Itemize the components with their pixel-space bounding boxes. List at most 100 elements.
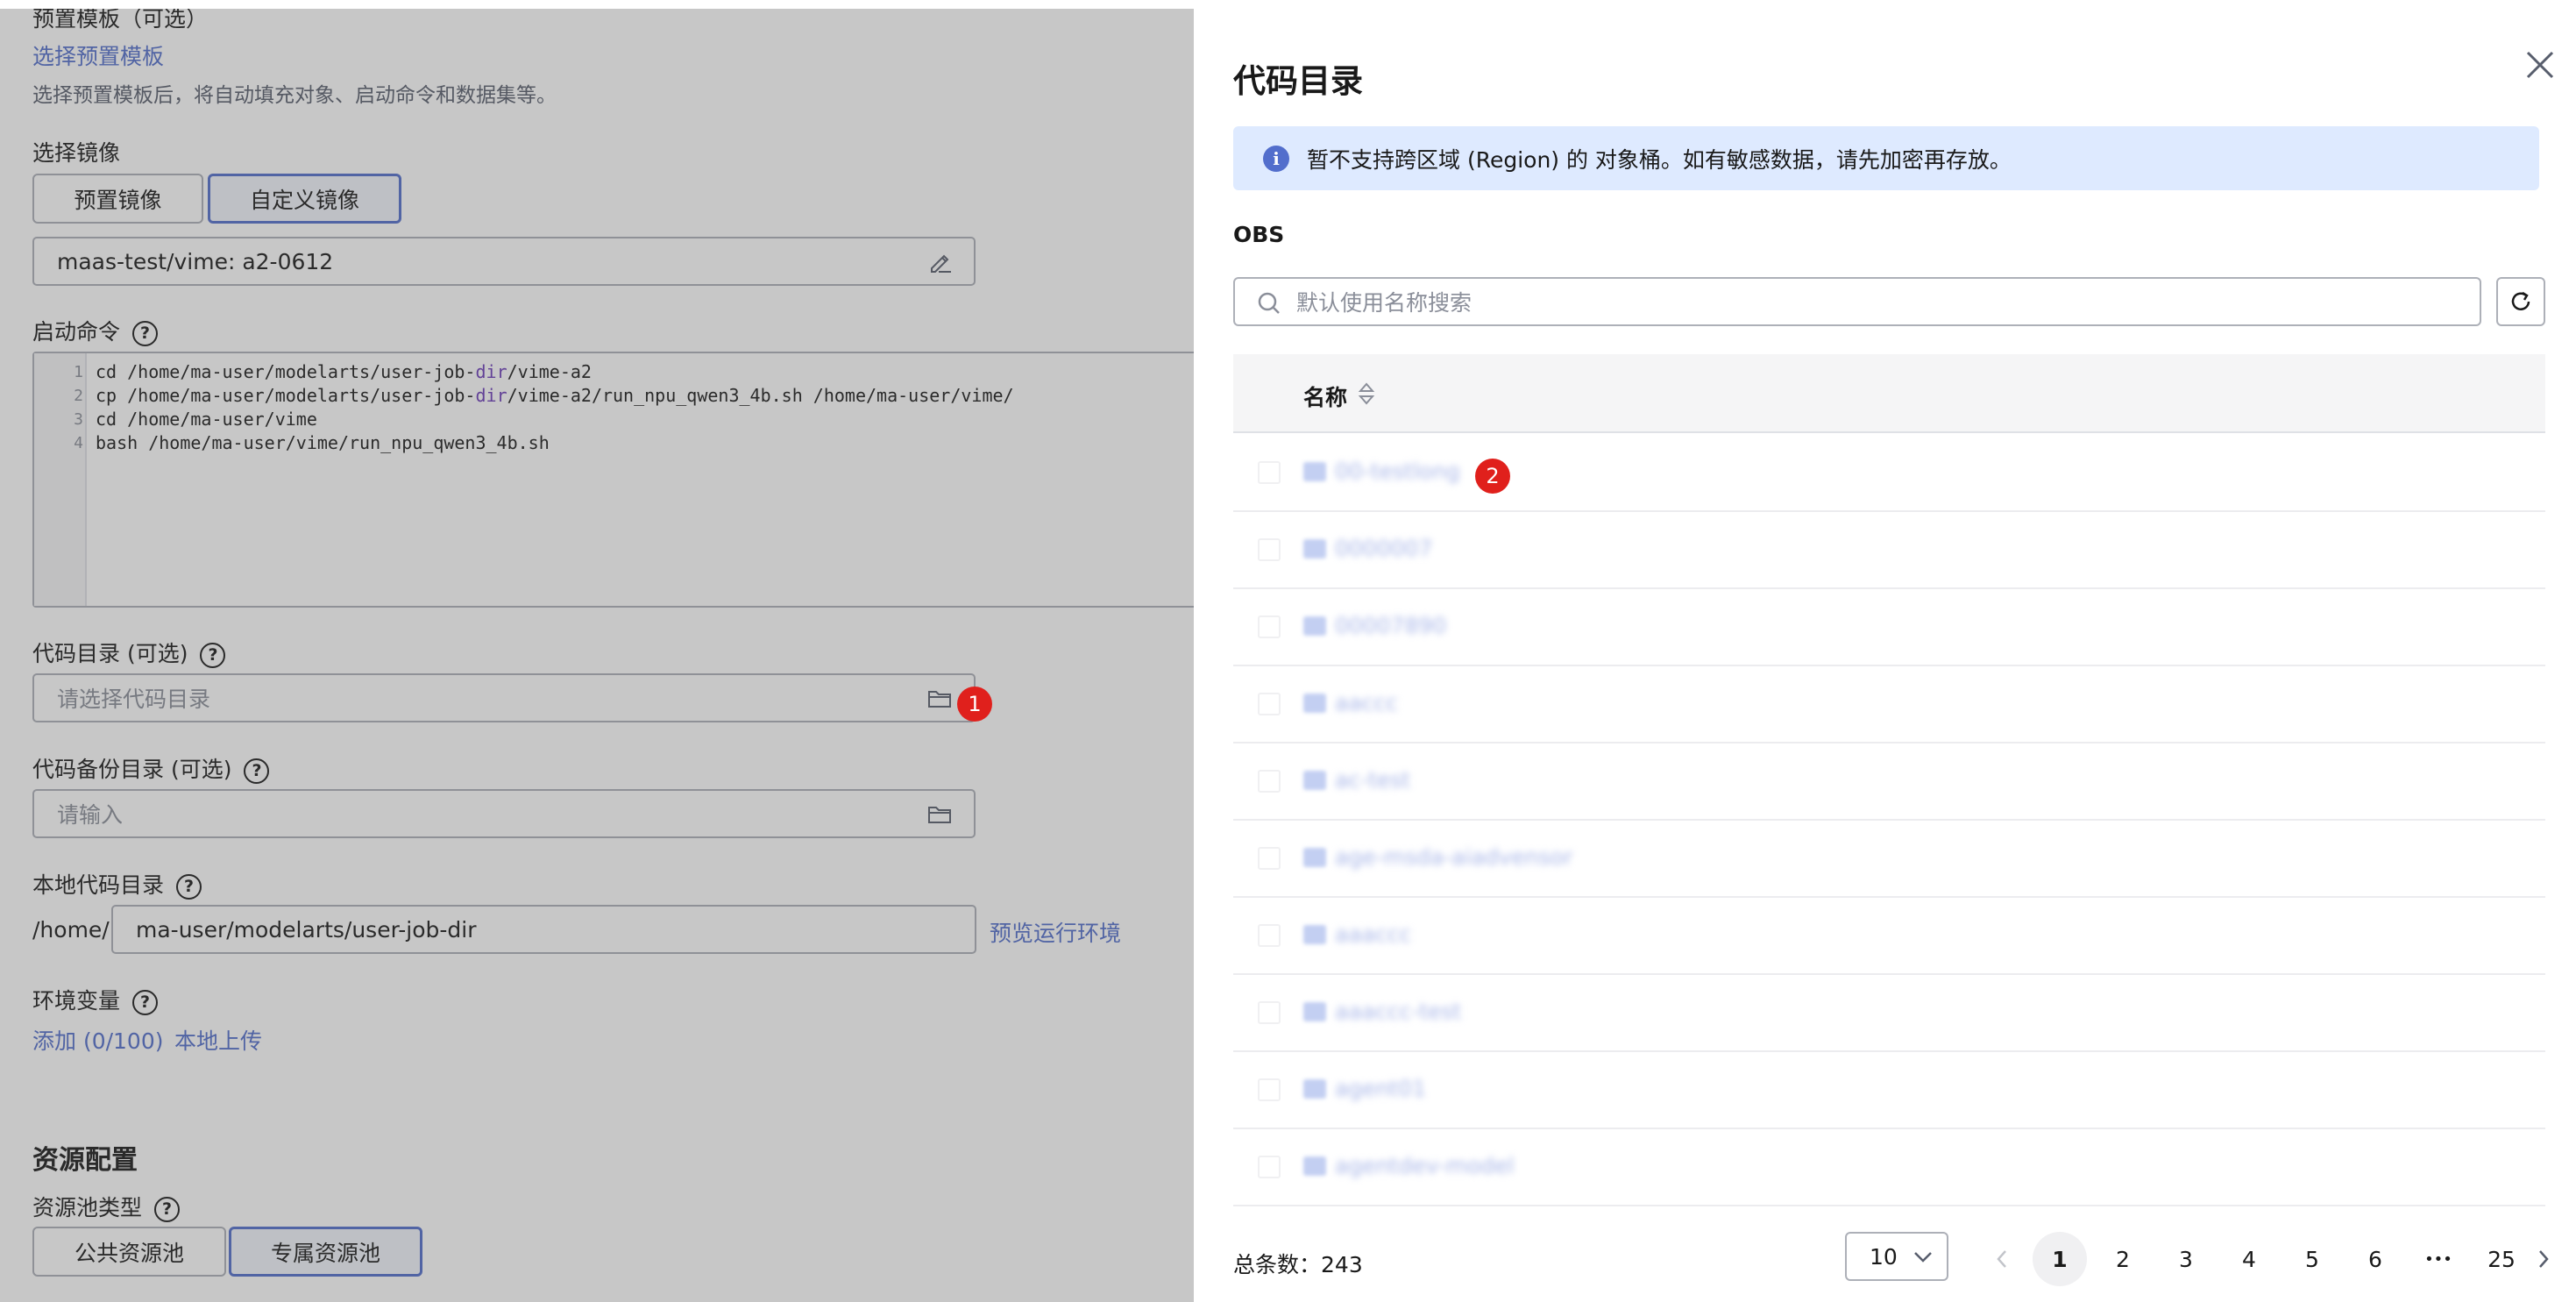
row-checkbox[interactable] <box>1258 1156 1281 1178</box>
help-icon[interactable]: ? <box>132 320 159 346</box>
region-notice: i 暂不支持跨区域 (Region) 的 对象桶。如有敏感数据，请先加密再存放。 <box>1233 126 2539 190</box>
chevron-right-icon <box>2539 1250 2549 1268</box>
search-input[interactable]: 默认使用名称搜索 <box>1233 277 2481 326</box>
notice-text: 暂不支持跨区域 (Region) 的 对象桶。如有敏感数据，请先加密再存放。 <box>1307 146 2012 173</box>
page-button[interactable]: 4 <box>2222 1232 2276 1286</box>
row-checkbox[interactable] <box>1258 461 1281 484</box>
backup-dir-placeholder: 请输入 <box>57 802 124 828</box>
row-checkbox[interactable] <box>1258 847 1281 870</box>
image-field[interactable]: maas-test/vime: a2-0612 <box>32 237 976 286</box>
page-size-value: 10 <box>1870 1243 1898 1270</box>
folder-icon[interactable] <box>926 687 953 710</box>
sort-icon[interactable] <box>1357 381 1376 407</box>
row-checkbox[interactable] <box>1258 924 1281 947</box>
total-count: 总条数：243 <box>1233 1248 1363 1279</box>
prev-page-button[interactable] <box>1975 1232 2029 1286</box>
help-icon[interactable]: ? <box>176 873 202 900</box>
code-line: bash /home/ma-user/vime/run_npu_qwen3_4b… <box>96 432 550 453</box>
bucket-name[interactable]: aaaccc <box>1335 921 1411 947</box>
refresh-icon <box>2511 291 2530 310</box>
code-dir-input[interactable]: 请选择代码目录 <box>32 673 976 722</box>
drawer-title: 代码目录 <box>1233 62 1363 100</box>
local-dir-input[interactable]: ma-user/modelarts/user-job-dir <box>111 905 976 954</box>
table-row[interactable]: agentdev-model <box>1233 1129 2545 1206</box>
total-value: 243 <box>1321 1252 1363 1277</box>
row-checkbox[interactable] <box>1258 1001 1281 1024</box>
help-icon[interactable]: ? <box>132 989 159 1015</box>
row-checkbox[interactable] <box>1258 770 1281 793</box>
help-icon[interactable]: ? <box>200 642 226 668</box>
bucket-name[interactable]: agent01 <box>1335 1076 1426 1101</box>
line-number: 2 <box>74 387 83 405</box>
code-dir-drawer: 代码目录 i 暂不支持跨区域 (Region) 的 对象桶。如有敏感数据，请先加… <box>1194 9 2576 1302</box>
add-env-link[interactable]: 添加 (0/100) <box>32 1024 164 1056</box>
step-badge-1: 1 <box>957 687 992 722</box>
select-template-link[interactable]: 选择预置模板 <box>32 39 164 71</box>
table-row[interactable]: 0000007 <box>1233 512 2545 589</box>
preview-env-link[interactable]: 预览运行环境 <box>990 916 1121 948</box>
total-label: 总条数： <box>1233 1252 1322 1277</box>
bucket-name[interactable]: aaccc <box>1335 690 1398 715</box>
table-row[interactable]: agent01 <box>1233 1052 2545 1129</box>
next-page-button[interactable] <box>2517 1232 2570 1286</box>
bucket-name[interactable]: age-msda-aiadvensor <box>1335 844 1572 870</box>
edit-icon[interactable] <box>926 251 953 274</box>
pagination: 总条数：243 10 1 2 3 4 5 6 ••• 25 <box>1194 1232 2576 1286</box>
start-command-label: 启动命令? <box>32 315 159 346</box>
local-upload-link[interactable]: 本地上传 <box>174 1024 262 1056</box>
bucket-icon <box>1303 1156 1326 1176</box>
bucket-icon <box>1303 1079 1326 1099</box>
page-button[interactable]: 2 <box>2096 1232 2150 1286</box>
table-row[interactable]: aaaccc <box>1233 898 2545 975</box>
custom-image-button[interactable]: 自定义镜像 <box>208 174 401 224</box>
more-pages-ellipsis[interactable]: ••• <box>2411 1232 2466 1286</box>
table-row[interactable]: aaaccc-test <box>1233 975 2545 1052</box>
row-checkbox[interactable] <box>1258 1078 1281 1101</box>
search-icon <box>1258 292 1280 314</box>
local-dir-label: 本地代码目录? <box>32 868 202 900</box>
folder-icon[interactable] <box>926 803 953 826</box>
table-row[interactable]: age-msda-aiadvensor <box>1233 821 2545 898</box>
bucket-name[interactable]: 00007890 <box>1335 613 1446 638</box>
help-icon[interactable]: ? <box>244 758 270 784</box>
row-checkbox[interactable] <box>1258 615 1281 638</box>
table-row[interactable]: 00007890 <box>1233 589 2545 666</box>
table-row[interactable]: ac-test <box>1233 743 2545 821</box>
bucket-name[interactable]: ac-test <box>1335 767 1410 793</box>
bucket-icon <box>1303 1002 1326 1021</box>
table-row[interactable]: aaccc <box>1233 666 2545 743</box>
backup-dir-input[interactable]: 请输入 <box>32 789 976 838</box>
pool-type-label: 资源池类型? <box>32 1191 181 1222</box>
bucket-icon <box>1303 694 1326 713</box>
column-name-header: 名称 <box>1303 385 1348 410</box>
code-line: cd /home/ma-user/modelarts/user-job-dir/… <box>96 361 592 382</box>
dedicated-pool-button[interactable]: 专属资源池 <box>229 1227 422 1277</box>
row-checkbox[interactable] <box>1258 538 1281 561</box>
page-button[interactable]: 6 <box>2348 1232 2402 1286</box>
code-line: cd /home/ma-user/vime <box>96 409 317 430</box>
chevron-down-icon <box>1914 1252 1932 1263</box>
close-icon[interactable] <box>2523 47 2558 82</box>
page-button[interactable]: 5 <box>2285 1232 2339 1286</box>
bucket-name[interactable]: 0000007 <box>1335 536 1432 561</box>
template-hint: 选择预置模板后，将自动填充对象、启动命令和数据集等。 <box>32 84 557 107</box>
public-pool-button[interactable]: 公共资源池 <box>32 1227 226 1277</box>
refresh-button[interactable] <box>2496 277 2545 326</box>
start-command-editor[interactable]: 1 2 3 4 cd /home/ma-user/modelarts/user-… <box>32 352 1194 608</box>
help-icon[interactable]: ? <box>154 1196 181 1222</box>
image-value: maas-test/vime: a2-0612 <box>57 248 334 274</box>
page-button[interactable]: 3 <box>2159 1232 2213 1286</box>
step-badge-2: 2 <box>1475 459 1510 494</box>
page-button[interactable]: 1 <box>2033 1232 2087 1286</box>
code-dir-text: 代码目录 (可选) <box>32 641 188 666</box>
row-checkbox[interactable] <box>1258 693 1281 715</box>
bucket-name[interactable]: aaaccc-test <box>1335 999 1461 1024</box>
bucket-name[interactable]: agentdev-model <box>1335 1153 1514 1178</box>
bucket-name[interactable]: 00-testlong <box>1335 459 1460 484</box>
job-config-form: 预置模板（可选） 选择预置模板 选择预置模板后，将自动填充对象、启动命令和数据集… <box>0 0 1194 1302</box>
page-size-select[interactable]: 10 <box>1845 1232 1948 1281</box>
table-row[interactable]: 00-testlong <box>1233 435 2545 512</box>
local-dir-text: 本地代码目录 <box>32 872 165 898</box>
preset-image-button[interactable]: 预置镜像 <box>32 174 203 224</box>
bucket-icon <box>1303 771 1326 790</box>
